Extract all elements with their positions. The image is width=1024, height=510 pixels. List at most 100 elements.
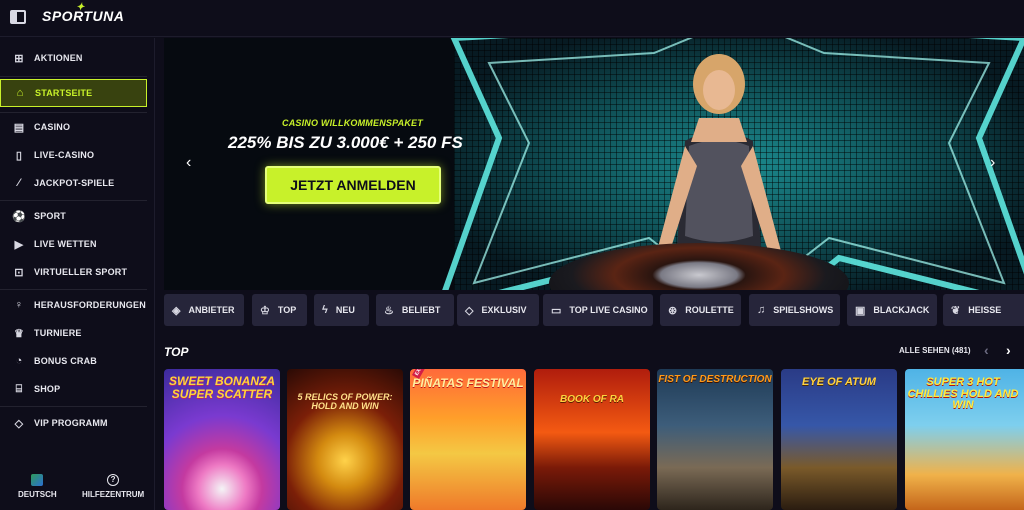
crown-icon: ♔ bbox=[260, 304, 270, 317]
live-casino-icon: ▯ bbox=[15, 149, 23, 162]
sidebar-item-label: LIVE WETTEN bbox=[34, 239, 97, 249]
sidebar-divider bbox=[0, 200, 147, 201]
sidebar-item-label: SHOP bbox=[34, 384, 61, 394]
category-roulette[interactable]: ⊛ ROULETTE bbox=[660, 294, 741, 326]
sidebar-divider bbox=[0, 76, 147, 77]
microphone-icon: ♫ bbox=[757, 304, 766, 316]
live-video-icon: ▶ bbox=[14, 238, 24, 251]
help-center-link[interactable]: ? HILFEZENTRUM bbox=[82, 474, 144, 499]
game-tile[interactable]: 5 RELICS OF POWER: HOLD AND WIN bbox=[287, 369, 403, 510]
sidebar-item-bonus-crab[interactable]: ◔ BONUS CRAB bbox=[0, 347, 147, 375]
game-title: BOOK OF RA bbox=[560, 394, 624, 405]
sidebar-item-virtueller-sport[interactable]: ⊡ VIRTUELLER SPORT bbox=[0, 258, 147, 286]
sidebar-item-label: VIRTUELLER SPORT bbox=[34, 267, 128, 277]
flag-icon bbox=[31, 474, 44, 486]
sidebar: ⊞ AKTIONEN ⌂ STARTSEITE ▤ CASINO ▯ LIVE-… bbox=[0, 38, 155, 510]
category-label: BLACKJACK bbox=[873, 305, 930, 315]
chevron-left-icon[interactable]: ‹ bbox=[984, 342, 989, 358]
game-tile[interactable]: BOOK OF RA bbox=[534, 369, 650, 510]
category-label: EXKLUSIV bbox=[481, 305, 527, 315]
category-top[interactable]: ♔ TOP bbox=[252, 294, 307, 326]
category-neu[interactable]: ϟ NEU bbox=[314, 294, 369, 326]
chevron-left-icon[interactable]: ‹ bbox=[186, 154, 191, 172]
sidebar-item-label: CASINO bbox=[34, 122, 71, 132]
card-icon: ▭ bbox=[551, 304, 562, 317]
layers-icon: ◈ bbox=[172, 304, 181, 317]
sidebar-divider bbox=[0, 289, 147, 290]
game-title: SUPER 3 HOT CHILLIES HOLD AND WIN bbox=[907, 376, 1019, 412]
hot-icon: ❦ bbox=[951, 304, 961, 317]
chevron-right-icon[interactable]: › bbox=[990, 154, 995, 172]
category-label: ANBIETER bbox=[188, 305, 235, 315]
sidebar-item-live-casino[interactable]: ▯ LIVE-CASINO bbox=[0, 141, 147, 169]
sidebar-item-jackpot-spiele[interactable]: ⁄ JACKPOT-SPIELE bbox=[0, 169, 147, 197]
game-tile[interactable]: SUPER 3 HOT CHILLIES HOLD AND WIN bbox=[905, 369, 1024, 510]
promo-subtitle: CASINO WILLKOMMENSPAKET bbox=[282, 118, 423, 128]
sidebar-item-startseite[interactable]: ⌂ STARTSEITE bbox=[0, 79, 147, 107]
sidebar-divider bbox=[0, 406, 147, 407]
sidebar-item-sport[interactable]: ⚽ SPORT bbox=[0, 202, 147, 230]
game-title: EYE OF ATUM bbox=[802, 376, 876, 388]
sidebar-item-casino[interactable]: ▤ CASINO bbox=[0, 113, 147, 141]
jackpot-icon: ⁄ bbox=[17, 177, 21, 189]
sidebar-item-herausforderungen[interactable]: ♀ HERAUSFORDERUNGEN bbox=[0, 291, 147, 319]
category-label: NEU bbox=[335, 305, 355, 315]
sidebar-item-label: SPORT bbox=[34, 211, 67, 221]
category-anbieter[interactable]: ◈ ANBIETER bbox=[164, 294, 244, 326]
sidebar-item-label: HERAUSFORDERUNGEN bbox=[34, 300, 146, 310]
sidebar-item-label: LIVE-CASINO bbox=[34, 150, 95, 160]
category-heisse[interactable]: ❦ HEISSE bbox=[943, 294, 1024, 326]
sidebar-item-live-wetten[interactable]: ▶ LIVE WETTEN bbox=[0, 230, 147, 258]
diamond-icon: ◇ bbox=[14, 417, 24, 430]
game-title: 5 RELICS OF POWER: HOLD AND WIN bbox=[297, 392, 393, 412]
chevron-right-icon[interactable]: › bbox=[1006, 342, 1011, 358]
diamond-icon: ◇ bbox=[465, 304, 474, 317]
section-title: TOP bbox=[164, 345, 189, 359]
game-title: SWEET BONANZA SUPER SCATTER bbox=[169, 374, 275, 401]
sidebar-item-turniere[interactable]: ♛ TURNIERE bbox=[0, 319, 147, 347]
sidebar-item-shop[interactable]: ⌸ SHOP bbox=[0, 375, 147, 403]
game-tile[interactable]: PIÑATAS FESTIVAL EXCLUSIVE bbox=[410, 369, 526, 510]
see-all-link[interactable]: ALLE SEHEN (481) bbox=[899, 346, 971, 355]
signup-button[interactable]: JETZT ANMELDEN bbox=[265, 166, 441, 204]
top-bar: SPORTUNA ✦ bbox=[0, 0, 1024, 37]
sidebar-item-vip-programm[interactable]: ◇ VIP PROGRAMM bbox=[0, 409, 147, 437]
brand-logo[interactable]: SPORTUNA ✦ bbox=[42, 2, 124, 24]
blackjack-icon: ▣ bbox=[855, 304, 866, 317]
bonus-crab-icon: ◔ bbox=[15, 355, 23, 367]
gamepad-icon: ⊡ bbox=[14, 266, 24, 279]
category-label: BELIEBT bbox=[401, 305, 441, 315]
game-title: PIÑATAS FESTIVAL bbox=[412, 376, 524, 390]
sidebar-item-aktionen[interactable]: ⊞ AKTIONEN bbox=[0, 44, 147, 72]
category-blackjack[interactable]: ▣ BLACKJACK bbox=[847, 294, 937, 326]
flame-icon: ♨ bbox=[384, 304, 394, 317]
category-spielshows[interactable]: ♫ SPIELSHOWS bbox=[749, 294, 840, 326]
gift-icon: ⊞ bbox=[14, 52, 24, 65]
casino-icon: ▤ bbox=[13, 121, 25, 134]
lightning-icon: ϟ bbox=[322, 304, 328, 316]
language-selector[interactable]: DEUTSCH bbox=[18, 474, 57, 499]
shop-icon: ⌸ bbox=[15, 382, 23, 395]
game-tile[interactable]: FIST OF DESTRUCTION bbox=[657, 369, 773, 510]
sidebar-item-label: STARTSEITE bbox=[35, 88, 93, 98]
promo-headline: 225% BIS ZU 3.000€ + 250 FS bbox=[228, 133, 463, 152]
category-beliebt[interactable]: ♨ BELIEBT bbox=[376, 294, 454, 326]
sidebar-item-label: BONUS CRAB bbox=[34, 356, 98, 366]
lightbulb-icon: ♀ bbox=[14, 299, 24, 311]
game-tile[interactable]: EYE OF ATUM bbox=[781, 369, 897, 510]
hero-banner[interactable]: CASINO WILLKOMMENSPAKET 225% BIS ZU 3.00… bbox=[164, 38, 1024, 290]
language-label: DEUTSCH bbox=[18, 490, 57, 499]
sidebar-toggle-icon[interactable] bbox=[10, 10, 26, 24]
soccer-ball-icon: ⚽ bbox=[12, 210, 26, 223]
game-tile[interactable]: SWEET BONANZA SUPER SCATTER bbox=[164, 369, 280, 510]
sidebar-item-label: VIP PROGRAMM bbox=[34, 418, 108, 428]
category-label: TOP LIVE CASINO bbox=[569, 305, 648, 315]
home-icon: ⌂ bbox=[16, 87, 24, 99]
sidebar-item-label: AKTIONEN bbox=[34, 53, 83, 63]
category-exklusiv[interactable]: ◇ EXKLUSIV bbox=[457, 294, 539, 326]
category-top-live-casino[interactable]: ▭ TOP LIVE CASINO bbox=[543, 294, 653, 326]
trophy-icon: ♛ bbox=[13, 327, 25, 340]
category-label: ROULETTE bbox=[685, 305, 734, 315]
roulette-icon: ⊛ bbox=[668, 304, 678, 317]
category-label: HEISSE bbox=[968, 305, 1002, 315]
